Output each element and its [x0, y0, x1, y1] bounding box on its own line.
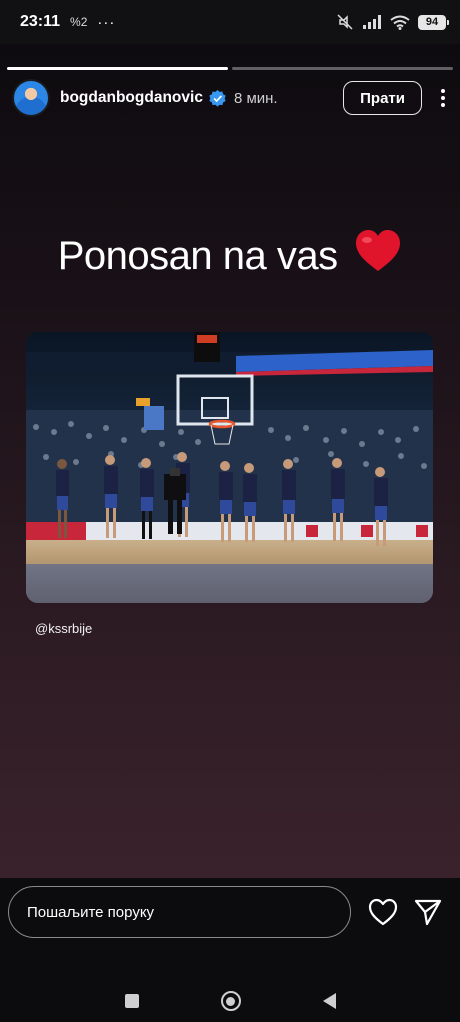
caption-text: Ponosan na vas	[57, 234, 338, 278]
story-progress-segment	[232, 67, 453, 70]
story-progress	[7, 67, 453, 70]
story-progress-segment	[7, 67, 228, 70]
message-input[interactable]: Пошаљите поруку	[8, 886, 351, 938]
follow-button[interactable]: Прати	[343, 81, 422, 115]
status-extra: %2	[70, 15, 88, 29]
mention-tag[interactable]: @kssrbije	[35, 621, 92, 636]
story-time: 8 мин.	[233, 89, 278, 107]
recent-apps-icon[interactable]	[124, 994, 139, 1008]
more-options-icon[interactable]	[436, 89, 450, 107]
system-nav-bar	[0, 980, 460, 1022]
signal-icon	[363, 15, 381, 29]
home-icon[interactable]	[220, 991, 241, 1011]
red-heart-icon	[356, 230, 401, 271]
status-time: 23:11	[20, 13, 61, 30]
status-more-dots: ···	[97, 13, 116, 31]
battery-icon: 94	[418, 14, 449, 30]
mute-icon	[337, 14, 353, 30]
reply-bar: Пошаљите поруку	[0, 878, 460, 1022]
story-photo[interactable]	[26, 332, 433, 603]
verified-badge-icon	[209, 89, 226, 107]
send-icon[interactable]	[413, 898, 443, 926]
heart-outline-icon[interactable]	[368, 898, 398, 926]
story-view[interactable]: bogdanbogdanovic 8 мин. Прати Ponosan na…	[0, 44, 460, 878]
wifi-icon	[390, 15, 410, 30]
message-input-placeholder: Пошаљите поруку	[27, 903, 155, 921]
story-header: bogdanbogdanovic 8 мин. Прати	[12, 78, 450, 118]
story-username[interactable]: bogdanbogdanovic	[60, 89, 203, 107]
status-bar: 23:11 %2 ··· 94	[0, 0, 460, 44]
avatar[interactable]	[12, 79, 50, 117]
basketball-team-photo	[26, 332, 433, 603]
back-icon[interactable]	[322, 993, 336, 1009]
story-caption: Ponosan na vas	[0, 229, 460, 279]
